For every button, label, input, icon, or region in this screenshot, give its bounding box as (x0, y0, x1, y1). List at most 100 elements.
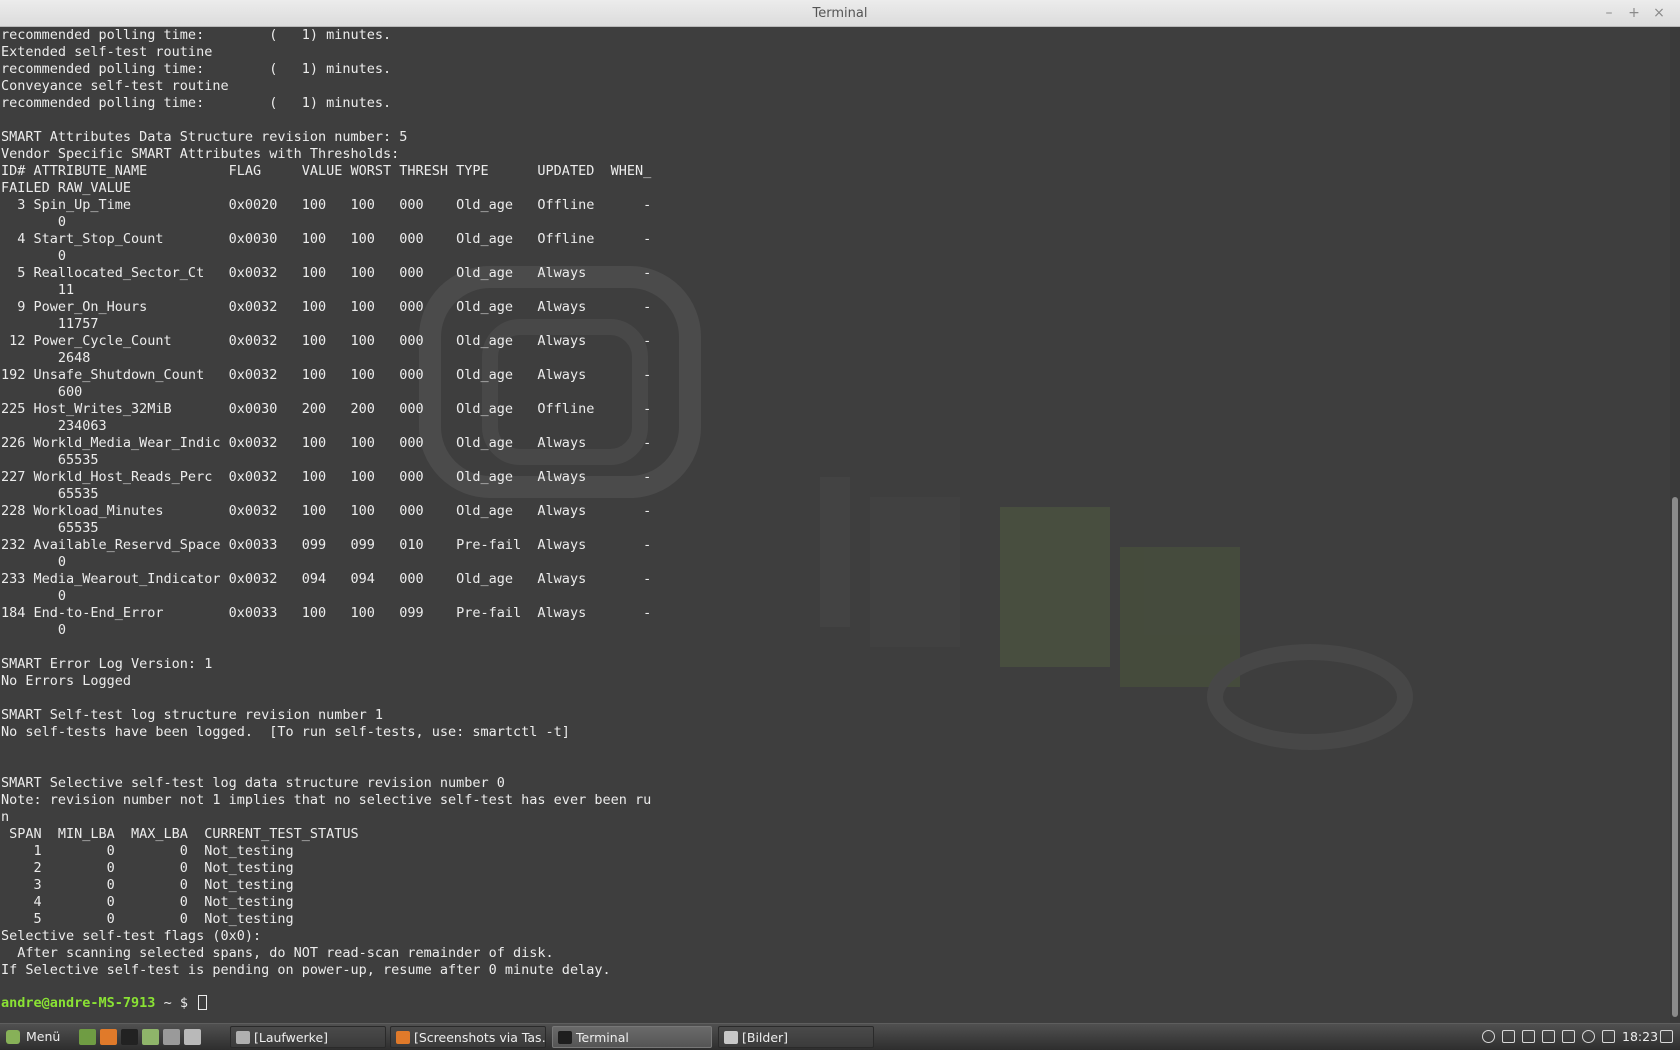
terminal-line: 5 Reallocated_Sector_Ct 0x0032 100 100 0… (1, 265, 652, 281)
terminal-line: Vendor Specific SMART Attributes with Th… (1, 146, 400, 162)
terminal-line: 0 (1, 588, 67, 604)
prompt-user-host: andre@andre-MS-7913 (1, 995, 156, 1011)
display-icon[interactable] (1660, 1030, 1673, 1043)
terminal-line: Selective self-test flags (0x0): (1, 928, 262, 944)
terminal-line: 234063 (1, 418, 107, 434)
terminal-line: 3 0 0 Not_testing (1, 877, 294, 893)
terminal-line: 600 (1, 384, 83, 400)
terminal-line: 65535 (1, 520, 99, 536)
brightness-icon[interactable] (1582, 1030, 1595, 1043)
taskbar-task-4[interactable]: [Bilder] (718, 1026, 874, 1048)
folder-icon (724, 1031, 738, 1044)
taskbar: Menü [Laufwerke] [Screenshots via Tas… Ter… (0, 1023, 1680, 1050)
shield-icon[interactable] (1602, 1030, 1615, 1043)
terminal-line: 184 End-to-End_Error 0x0033 100 100 099 … (1, 605, 652, 621)
text-cursor (198, 995, 208, 1010)
terminal-line: 1 0 0 Not_testing (1, 843, 294, 859)
terminal-line: If Selective self-test is pending on pow… (1, 962, 611, 978)
task-label: [Laufwerke] (254, 1030, 329, 1045)
bluetooth-icon[interactable] (1522, 1030, 1535, 1043)
volume-icon[interactable] (1562, 1030, 1575, 1043)
window-titlebar[interactable]: Terminal – + × (0, 0, 1680, 27)
taskbar-task-1[interactable]: [Laufwerke] (230, 1026, 386, 1048)
terminal-line: 65535 (1, 486, 99, 502)
firefox-icon[interactable] (100, 1029, 117, 1045)
terminal-line: 4 0 0 Not_testing (1, 894, 294, 910)
terminal-line: SMART Error Log Version: 1 (1, 656, 213, 672)
scrollbar[interactable] (1670, 27, 1680, 1023)
files-icon[interactable] (142, 1029, 159, 1045)
terminal-line: 0 (1, 214, 67, 230)
scrollbar-thumb[interactable] (1672, 497, 1678, 1017)
terminal-line: 65535 (1, 452, 99, 468)
menu-label: Menü (26, 1029, 61, 1044)
terminal-line: ID# ATTRIBUTE_NAME FLAG VALUE WORST THRE… (1, 163, 652, 179)
terminal-line: SMART Selective self-test log data struc… (1, 775, 505, 791)
terminal-icon (558, 1031, 572, 1044)
minimize-button[interactable]: – (1598, 0, 1620, 27)
terminal-line: n (1, 809, 10, 825)
terminal-line: 11 (1, 282, 75, 298)
show-desktop-icon[interactable] (79, 1029, 96, 1045)
screenshot-icon[interactable] (184, 1029, 201, 1045)
shell-prompt[interactable]: andre@andre-MS-7913 ~ $ (1, 993, 208, 1013)
terminal-output: recommended polling time: ( 1) minutes. E… (1, 27, 651, 979)
terminal-line: Extended self-test routine (1, 44, 213, 60)
disks-icon (236, 1031, 250, 1044)
terminal-line: 233 Media_Wearout_Indicator 0x0032 094 0… (1, 571, 652, 587)
terminal-line: 0 (1, 622, 67, 638)
terminal-line: Conveyance self-test routine (1, 78, 229, 94)
terminal-line: SMART Self-test log structure revision n… (1, 707, 384, 723)
terminal-line: No self-tests have been logged. [To run … (1, 724, 570, 740)
start-menu-button[interactable]: Menü (0, 1024, 70, 1050)
updates-icon[interactable] (1502, 1030, 1515, 1043)
close-button[interactable]: × (1648, 0, 1670, 27)
maximize-button[interactable]: + (1623, 0, 1645, 27)
terminal-line: recommended polling time: ( 1) minutes. (1, 95, 392, 111)
terminal-line: 225 Host_Writes_32MiB 0x0030 200 200 000… (1, 401, 652, 417)
task-label: [Screenshots via Tas… (414, 1030, 546, 1045)
terminal-line: 232 Available_Reservd_Space 0x0033 099 0… (1, 537, 652, 553)
terminal-line: 192 Unsafe_Shutdown_Count 0x0032 100 100… (1, 367, 652, 383)
taskbar-task-2[interactable]: [Screenshots via Tas… (390, 1026, 546, 1048)
taskbar-task-3[interactable]: Terminal (552, 1026, 712, 1048)
terminal-line: 227 Workld_Host_Reads_Perc 0x0032 100 10… (1, 469, 652, 485)
task-label: [Bilder] (742, 1030, 789, 1045)
terminal-line: SPAN MIN_LBA MAX_LBA CURRENT_TEST_STATUS (1, 826, 359, 842)
terminal-line: No Errors Logged (1, 673, 132, 689)
terminal-line: SMART Attributes Data Structure revision… (1, 129, 408, 145)
terminal-line: 5 0 0 Not_testing (1, 911, 294, 927)
terminal-line: recommended polling time: ( 1) minutes. (1, 61, 392, 77)
firefox-icon (396, 1031, 410, 1044)
task-label: Terminal (576, 1030, 629, 1045)
terminal-line: 9 Power_On_Hours 0x0032 100 100 000 Old_… (1, 299, 652, 315)
wifi-icon[interactable] (1542, 1030, 1555, 1043)
window-title: Terminal (812, 6, 868, 21)
terminal-line: 226 Workld_Media_Wear_Indic 0x0032 100 1… (1, 435, 652, 451)
terminal-line: 228 Workload_Minutes 0x0032 100 100 000 … (1, 503, 652, 519)
terminal-launcher-icon[interactable] (121, 1029, 138, 1045)
terminal-line: 3 Spin_Up_Time 0x0020 100 100 000 Old_ag… (1, 197, 652, 213)
terminal-line: 4 Start_Stop_Count 0x0030 100 100 000 Ol… (1, 231, 652, 247)
user-icon[interactable] (1482, 1030, 1495, 1043)
system-tools-icon[interactable] (163, 1029, 180, 1045)
terminal-line: After scanning selected spans, do NOT re… (1, 945, 554, 961)
terminal-line: 0 (1, 248, 67, 264)
terminal-line: 0 (1, 554, 67, 570)
mint-logo-icon (6, 1030, 20, 1044)
terminal-line: FAILED RAW_VALUE (1, 180, 132, 196)
terminal-view[interactable]: recommended polling time: ( 1) minutes. E… (0, 27, 1680, 1023)
clock[interactable]: 18:23 (1622, 1024, 1658, 1050)
terminal-line: Note: revision number not 1 implies that… (1, 792, 652, 808)
terminal-line: 11757 (1, 316, 99, 332)
terminal-line: 2 0 0 Not_testing (1, 860, 294, 876)
terminal-line: recommended polling time: ( 1) minutes. (1, 27, 392, 43)
terminal-line: 2648 (1, 350, 91, 366)
terminal-line: 12 Power_Cycle_Count 0x0032 100 100 000 … (1, 333, 652, 349)
prompt-path: ~ $ (155, 995, 197, 1011)
